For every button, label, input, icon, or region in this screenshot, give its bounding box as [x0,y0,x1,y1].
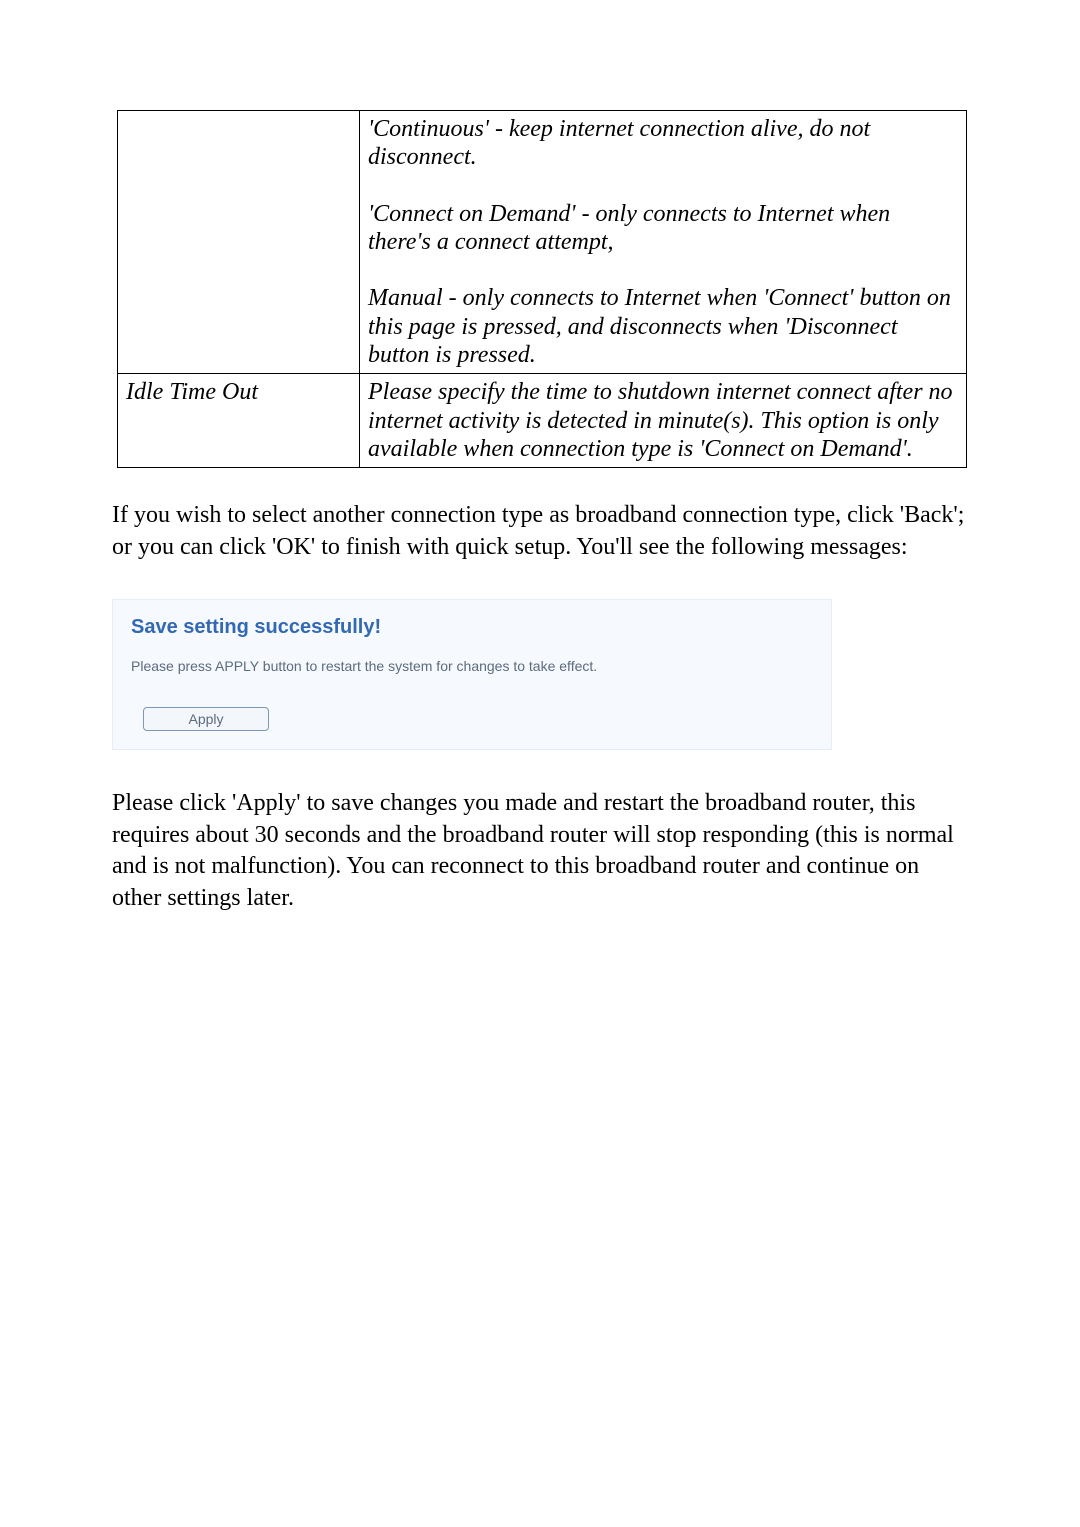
cell-label: Idle Time Out [118,374,360,468]
cell-label [118,111,360,374]
table-row: 'Continuous' - keep internet connection … [118,111,967,374]
save-success-panel: Save setting successfully! Please press … [112,599,832,750]
body-paragraph: Please click 'Apply' to save changes you… [112,788,968,915]
desc-paragraph: 'Connect on Demand' - only connects to I… [368,200,958,257]
apply-button[interactable]: Apply [143,707,269,732]
desc-paragraph: Manual - only connects to Internet when … [368,284,958,369]
definitions-table: 'Continuous' - keep internet connection … [117,110,967,468]
panel-title: Save setting successfully! [131,616,831,640]
cell-desc: 'Continuous' - keep internet connection … [360,111,967,374]
cell-desc: Please specify the time to shutdown inte… [360,374,967,468]
desc-paragraph: 'Continuous' - keep internet connection … [368,115,958,172]
panel-message: Please press APPLY button to restart the… [131,658,831,675]
body-paragraph: If you wish to select another connection… [112,500,968,563]
table-row: Idle Time Out Please specify the time to… [118,374,967,468]
